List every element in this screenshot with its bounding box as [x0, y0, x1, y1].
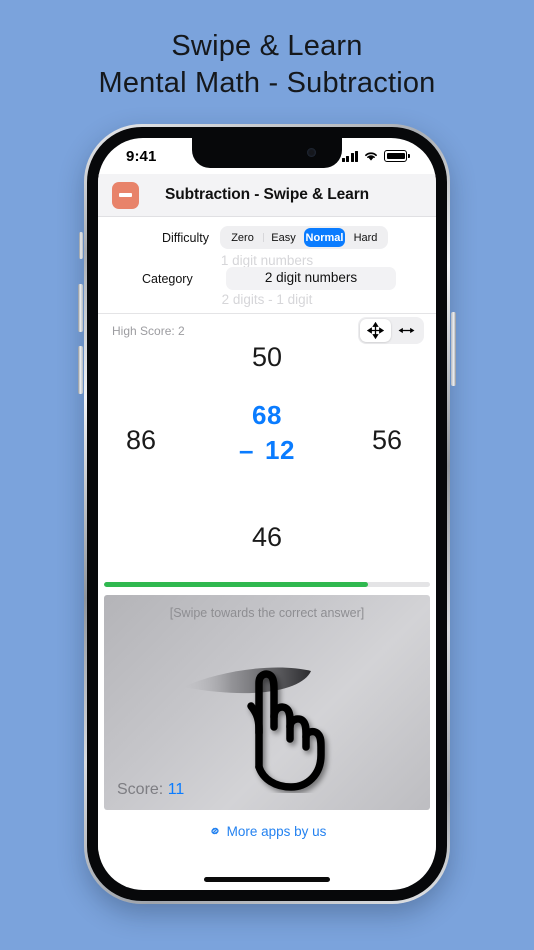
problem-operand-1: 68 [252, 400, 282, 430]
math-problem: 68 –12 [98, 400, 436, 466]
difficulty-option-hard[interactable]: Hard [345, 228, 386, 247]
minus-app-icon[interactable] [112, 181, 139, 209]
difficulty-label: Difficulty [161, 230, 209, 245]
high-score-label: High Score: 2 [112, 324, 185, 338]
category-option-below[interactable]: 2 digits - 1 digit [98, 292, 436, 307]
problem-operand-2: 12 [265, 435, 295, 465]
front-camera-icon [307, 148, 316, 157]
difficulty-row: Difficulty Zero Easy Normal Hard [98, 226, 436, 249]
category-label: Category [142, 272, 193, 286]
difficulty-option-zero[interactable]: Zero [222, 228, 263, 247]
status-bar-indicators [341, 150, 410, 162]
wifi-icon [365, 152, 378, 161]
score-display: Score: 11 [117, 781, 184, 799]
app-navigation-bar: Subtraction - Swipe & Learn [98, 174, 436, 217]
swipe-hand-icon [175, 643, 375, 798]
progress-fill [104, 582, 369, 587]
score-label: Score: [117, 781, 168, 798]
cellular-signal-icon [341, 150, 359, 162]
volume-up-button[interactable] [78, 284, 83, 332]
swipe-card-container: [Swipe towards the correct answer] Score… [98, 590, 436, 810]
category-picker[interactable]: Category 1 digit numbers 2 digit numbers… [98, 253, 436, 307]
difficulty-segmented-control[interactable]: Zero Easy Normal Hard [220, 226, 388, 249]
more-apps-link-label[interactable]: More apps by us [227, 824, 327, 839]
minus-glyph [119, 193, 132, 197]
phone-mockup: 9:41 Subtraction - Swipe & Learn Difficu… [78, 124, 456, 904]
four-way-arrows-icon[interactable] [360, 319, 391, 342]
volume-down-button[interactable] [78, 346, 83, 394]
progress-track [104, 582, 430, 587]
category-option-above[interactable]: 1 digit numbers [98, 253, 436, 268]
difficulty-option-normal[interactable]: Normal [304, 228, 345, 247]
category-option-selected[interactable]: 2 digit numbers [226, 270, 396, 285]
home-indicator[interactable] [204, 877, 330, 882]
footer-link-row[interactable]: More apps by us [98, 810, 436, 852]
power-button[interactable] [451, 312, 456, 386]
status-bar-time: 9:41 [126, 147, 157, 165]
swipe-hint-text: [Swipe towards the correct answer] [169, 606, 365, 620]
link-icon [211, 827, 219, 835]
horizontal-arrows-icon[interactable] [391, 319, 422, 342]
problem-second-line: –12 [98, 435, 436, 466]
page-title: Subtraction - Swipe & Learn [165, 186, 369, 203]
swipe-card[interactable]: [Swipe towards the correct answer] Score… [104, 595, 430, 810]
mute-switch[interactable] [79, 232, 83, 259]
promo-heading: Swipe & Learn Mental Math - Subtraction [0, 28, 534, 102]
notch [192, 138, 342, 168]
game-area: High Score: 2 50 86 56 46 68 – 12 [98, 314, 436, 590]
difficulty-option-easy[interactable]: Easy [263, 228, 304, 247]
promo-line-1: Swipe & Learn [171, 30, 363, 62]
phone-bezel: 9:41 Subtraction - Swipe & Learn Difficu… [87, 127, 447, 901]
promo-line-2: Mental Math - Subtraction [98, 67, 436, 100]
phone-screen: 9:41 Subtraction - Swipe & Learn Difficu… [98, 138, 436, 890]
answer-option-bottom[interactable]: 46 [98, 522, 436, 553]
settings-panel: Difficulty Zero Easy Normal Hard Categor… [98, 217, 436, 314]
problem-operator: – [239, 435, 255, 465]
battery-icon [384, 150, 408, 162]
answer-option-top[interactable]: 50 [98, 342, 436, 373]
swipe-mode-segmented-control[interactable] [358, 317, 424, 344]
score-value: 11 [167, 781, 185, 798]
